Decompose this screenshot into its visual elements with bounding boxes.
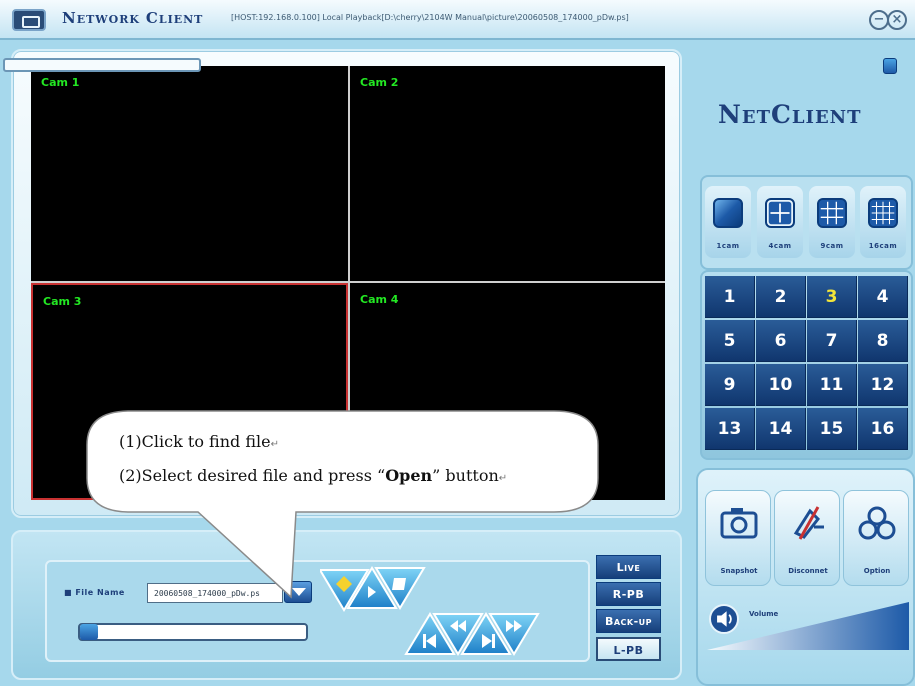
option-button[interactable]: Option — [843, 490, 909, 586]
app-title-part1: Network — [62, 9, 140, 27]
option-icon — [858, 506, 896, 540]
camera-view-2[interactable]: Cam 2 — [350, 66, 665, 281]
live-mode-button[interactable]: Live — [596, 555, 661, 579]
callout-line-1-text: (1)Click to find file — [119, 432, 271, 451]
channel-button-12[interactable]: 12 — [858, 364, 908, 406]
channel-button-3[interactable]: 3 — [807, 276, 857, 318]
playback-progress-track[interactable] — [78, 623, 308, 641]
disconnect-label: Disconnet — [788, 567, 828, 575]
speaker-icon[interactable] — [709, 604, 739, 634]
camera-label: Cam 2 — [360, 76, 399, 89]
disconnect-button[interactable]: Disconnet — [774, 490, 840, 586]
split-4cam-button[interactable]: 4cam — [757, 186, 803, 258]
browse-file-button[interactable] — [284, 581, 312, 603]
return-mark: ↵ — [270, 439, 279, 450]
remote-playback-button[interactable]: R-PB — [596, 582, 661, 606]
single-view-icon — [713, 198, 743, 228]
channel-button-2[interactable]: 2 — [756, 276, 806, 318]
snapshot-button[interactable]: Snapshot — [705, 490, 771, 586]
split-9cam-button[interactable]: 9cam — [809, 186, 855, 258]
channel-button-4[interactable]: 4 — [858, 276, 908, 318]
title-bar: Network Client [HOST:192.168.0.100] Local… — [0, 0, 915, 40]
camera-view-1[interactable]: Cam 1 — [31, 66, 348, 281]
channel-button-9[interactable]: 9 — [705, 364, 755, 406]
app-title: Network Client — [62, 9, 203, 27]
split-label: 4cam — [768, 242, 792, 250]
brand-logo: NetClient — [718, 100, 862, 129]
channel-button-11[interactable]: 11 — [807, 364, 857, 406]
minimize-button[interactable]: − — [869, 10, 889, 30]
volume-slider-track[interactable] — [3, 58, 201, 72]
option-label: Option — [863, 567, 891, 575]
close-button[interactable]: × — [887, 10, 907, 30]
channel-button-8[interactable]: 8 — [858, 320, 908, 362]
backup-button[interactable]: Back-up — [596, 609, 661, 633]
brand-part1: Net — [718, 100, 771, 129]
camera-label: Cam 1 — [41, 76, 80, 89]
channel-button-16[interactable]: 16 — [858, 408, 908, 450]
local-playback-button[interactable]: L-PB — [596, 637, 661, 661]
return-mark: ↵ — [498, 473, 508, 484]
channel-button-13[interactable]: 13 — [705, 408, 755, 450]
callout-line-1: (1)Click to find file↵ — [119, 426, 594, 460]
split-1cam-button[interactable]: 1cam — [705, 186, 751, 258]
camera-label: Cam 4 — [360, 293, 399, 306]
callout-line-2-prefix: (2)Select desired file and press “ — [119, 466, 386, 485]
file-name-field[interactable]: 20060508_174000_pDw.ps — [147, 583, 283, 603]
split-label: 16cam — [868, 242, 898, 250]
channel-button-10[interactable]: 10 — [756, 364, 806, 406]
volume-label: Volume — [749, 610, 779, 618]
channel-button-5[interactable]: 5 — [705, 320, 755, 362]
channel-button-1[interactable]: 1 — [705, 276, 755, 318]
callout-line-2-suffix: ” button — [432, 466, 499, 485]
volume-control: Volume — [705, 598, 911, 676]
network-client-window: Network Client [HOST:192.168.0.100] Local… — [0, 0, 915, 686]
app-monitor-icon — [12, 9, 46, 31]
playback-progress-thumb[interactable] — [80, 624, 98, 640]
split-16cam-button[interactable]: 16cam — [860, 186, 906, 258]
brand-part2: Client — [770, 100, 862, 129]
camera-icon — [720, 508, 758, 539]
disconnect-icon — [793, 506, 824, 540]
camera-label: Cam 3 — [43, 295, 82, 308]
quad-view-icon — [765, 198, 795, 228]
file-name-label: File Name — [64, 588, 125, 597]
grid-divider-horizontal — [31, 281, 665, 283]
callout-line-2: (2)Select desired file and press “Open” … — [119, 460, 594, 494]
callout-open-word: Open — [385, 466, 433, 485]
channel-button-15[interactable]: 15 — [807, 408, 857, 450]
split-label: 9cam — [820, 242, 844, 250]
channel-button-14[interactable]: 14 — [756, 408, 806, 450]
nine-view-icon — [817, 198, 847, 228]
channel-button-7[interactable]: 7 — [807, 320, 857, 362]
sixteen-view-icon — [868, 198, 898, 228]
split-label: 1cam — [716, 242, 740, 250]
callout-text: (1)Click to find file↵ (2)Select desired… — [119, 426, 594, 494]
snapshot-label: Snapshot — [720, 567, 758, 575]
host-info: [HOST:192.168.0.100] Local Playback[D:\c… — [231, 13, 629, 22]
volume-slider-thumb[interactable] — [882, 58, 897, 74]
transport-controls — [320, 566, 540, 656]
app-title-part2: Client — [145, 9, 204, 27]
channel-button-6[interactable]: 6 — [756, 320, 806, 362]
